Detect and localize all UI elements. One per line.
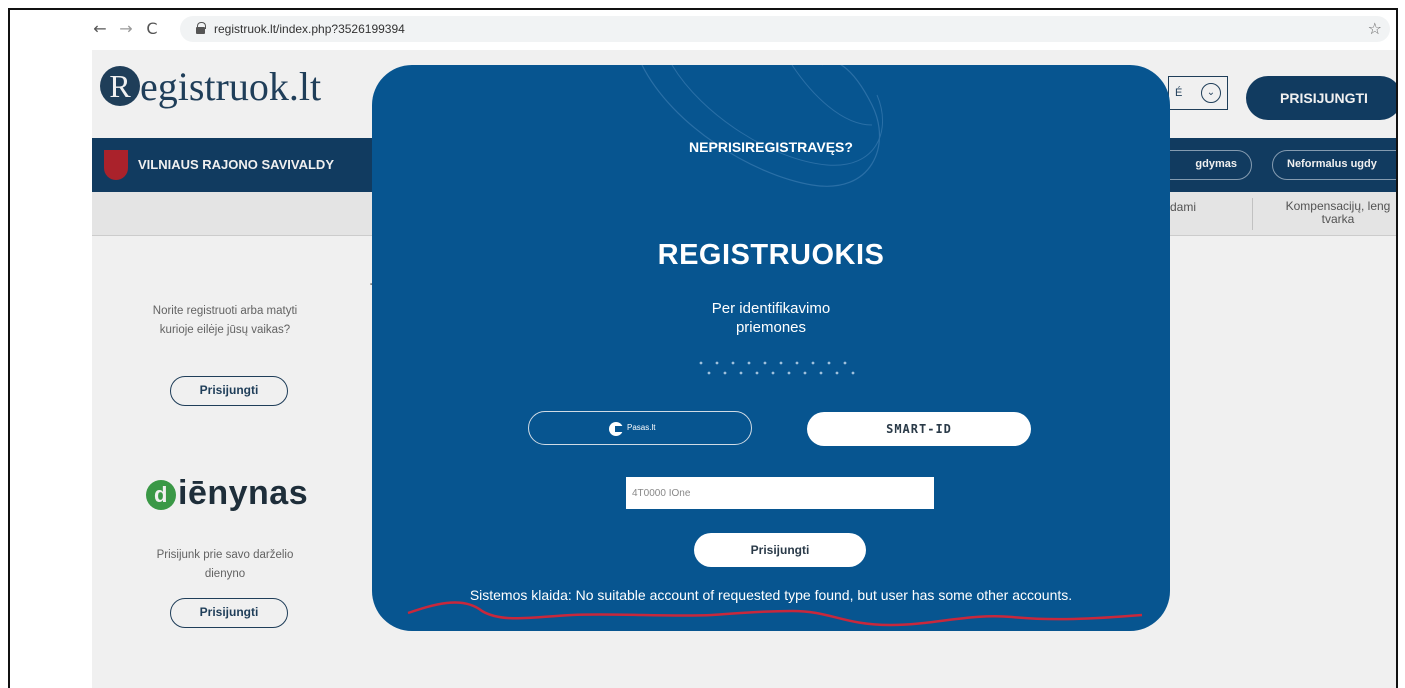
back-arrow-icon[interactable]: ←	[90, 19, 110, 39]
dienynas-logo[interactable]: d iēnynas	[146, 474, 308, 513]
system-error-message: Sistemos klaida: No suitable account of …	[469, 587, 1073, 603]
personal-code-input[interactable]	[626, 477, 934, 509]
pasas-logo-icon	[609, 422, 623, 436]
language-label: É	[1175, 87, 1183, 99]
sidebar-login-button[interactable]: Prisijungti	[170, 376, 288, 406]
logo-text: egistruok.lt	[140, 64, 322, 109]
header-login-button[interactable]: PRISIJUNGTI	[1246, 76, 1396, 120]
language-select[interactable]: É ⌄	[1168, 76, 1228, 110]
login-modal: NEPRISIREGISTRAVĘS? REGISTRUOKIS Per ide…	[372, 65, 1170, 631]
error-underline-annotation	[407, 601, 1143, 627]
tab-neformalus-ugdymas[interactable]: Neformalus ugdy	[1272, 150, 1396, 180]
url-text: registruok.lt/index.php?35261993​94	[214, 22, 405, 36]
site-logo[interactable]: Registruok.lt	[100, 66, 321, 113]
forward-arrow-icon[interactable]: →	[116, 19, 136, 39]
modal-login-button[interactable]: Prisijungti	[694, 533, 866, 567]
dots-decoration	[699, 361, 855, 375]
subnav-divider	[1252, 198, 1253, 230]
pasas-login-button[interactable]: Pasas.lt	[528, 411, 752, 445]
logo-initial: R	[100, 66, 140, 106]
address-bar[interactable]: registruok.lt/index.php?35261993​94 ☆	[180, 16, 1390, 42]
modal-heading: REGISTRUOKIS	[657, 239, 885, 271]
dienynas-prompt-text: Prisijunk prie savo darželio dienyno	[156, 549, 294, 580]
reload-icon[interactable]: C	[142, 19, 162, 39]
browser-toolbar: ← → C registruok.lt/index.php?35261993​9…	[10, 10, 1396, 50]
modal-title: NEPRISIREGISTRAVĘS?	[689, 139, 853, 155]
dienynas-logo-text: iēnynas	[178, 474, 309, 512]
bookmark-star-icon[interactable]: ☆	[1368, 19, 1382, 38]
modal-subtitle-line-1: Per identiﬁkavimo	[711, 300, 831, 317]
smart-id-button[interactable]: SMART-ID	[807, 412, 1031, 446]
municipality-crest-icon	[104, 150, 128, 180]
subnav-item[interactable]: dami	[1170, 200, 1196, 214]
dienynas-login-button[interactable]: Prisijungti	[170, 598, 288, 628]
registration-prompt-text: Norite registruoti arba matyti kurioje e…	[152, 305, 298, 336]
municipality-name: VILNIAUS RAJONO SAVIVALDY	[138, 157, 334, 172]
pasas-label: Pasas.lt	[627, 423, 656, 432]
lock-icon	[196, 22, 206, 34]
modal-subtitle: Per identiﬁkavimo priemones	[372, 299, 1170, 337]
browser-window: ← → C registruok.lt/index.php?35261993​9…	[8, 8, 1398, 688]
chevron-down-icon: ⌄	[1201, 83, 1221, 103]
dienynas-logo-mark: d	[146, 480, 176, 511]
modal-subtitle-line-2: priemones	[735, 319, 807, 336]
subnav-item-kompensaciju[interactable]: Kompensacijų, leng tvarka	[1268, 200, 1396, 226]
